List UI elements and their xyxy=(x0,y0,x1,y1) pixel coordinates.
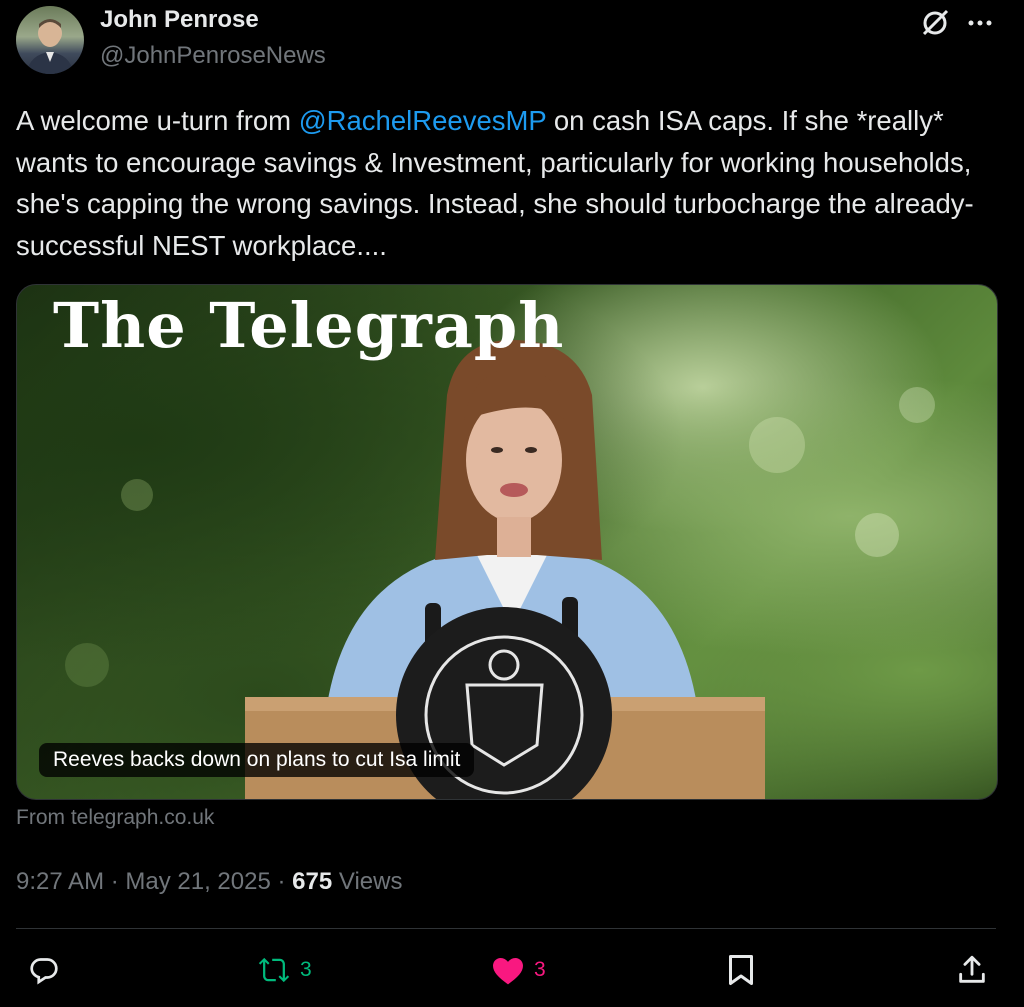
meta-separator: · xyxy=(104,868,126,895)
card-source[interactable]: From telegraph.co.uk xyxy=(16,806,214,830)
reply-button[interactable] xyxy=(26,950,62,990)
tweet-time[interactable]: 9:27 AM xyxy=(16,868,104,895)
share-button[interactable] xyxy=(955,950,989,990)
author-display-name[interactable]: John Penrose xyxy=(100,6,259,34)
views-count: 675 xyxy=(292,868,333,895)
link-card[interactable]: The Telegraph Reeves backs down on plans… xyxy=(16,284,998,800)
mention-link[interactable]: @RachelReevesMP xyxy=(299,105,547,136)
divider xyxy=(16,928,996,929)
author-handle[interactable]: @JohnPenroseNews xyxy=(100,42,326,70)
tweet-text-before: A welcome u-turn from xyxy=(16,105,299,136)
card-image xyxy=(65,340,935,799)
heart-icon xyxy=(493,958,523,985)
tweet-meta: 9:27 AM · May 21, 2025 · 675 Views xyxy=(16,868,402,896)
tweet-text: A welcome u-turn from @RachelReevesMP on… xyxy=(16,100,1006,266)
retweet-icon xyxy=(258,957,290,983)
retweet-button[interactable]: 3 xyxy=(256,950,312,990)
like-count: 3 xyxy=(534,958,546,981)
bookmark-button[interactable] xyxy=(726,950,756,990)
tweet-date[interactable]: May 21, 2025 xyxy=(125,868,270,895)
more-icon[interactable] xyxy=(962,6,998,40)
bookmark-icon xyxy=(729,955,753,985)
like-button[interactable]: 3 xyxy=(490,950,546,990)
share-icon xyxy=(959,955,985,983)
telegraph-logo: The Telegraph xyxy=(53,289,565,362)
reply-icon xyxy=(30,958,58,985)
card-caption: Reeves backs down on plans to cut Isa li… xyxy=(39,743,475,777)
retweet-count: 3 xyxy=(300,958,312,981)
meta-separator: · xyxy=(270,868,293,895)
views-label: Views xyxy=(332,868,403,895)
grok-icon[interactable] xyxy=(918,6,952,40)
avatar[interactable] xyxy=(16,6,84,74)
